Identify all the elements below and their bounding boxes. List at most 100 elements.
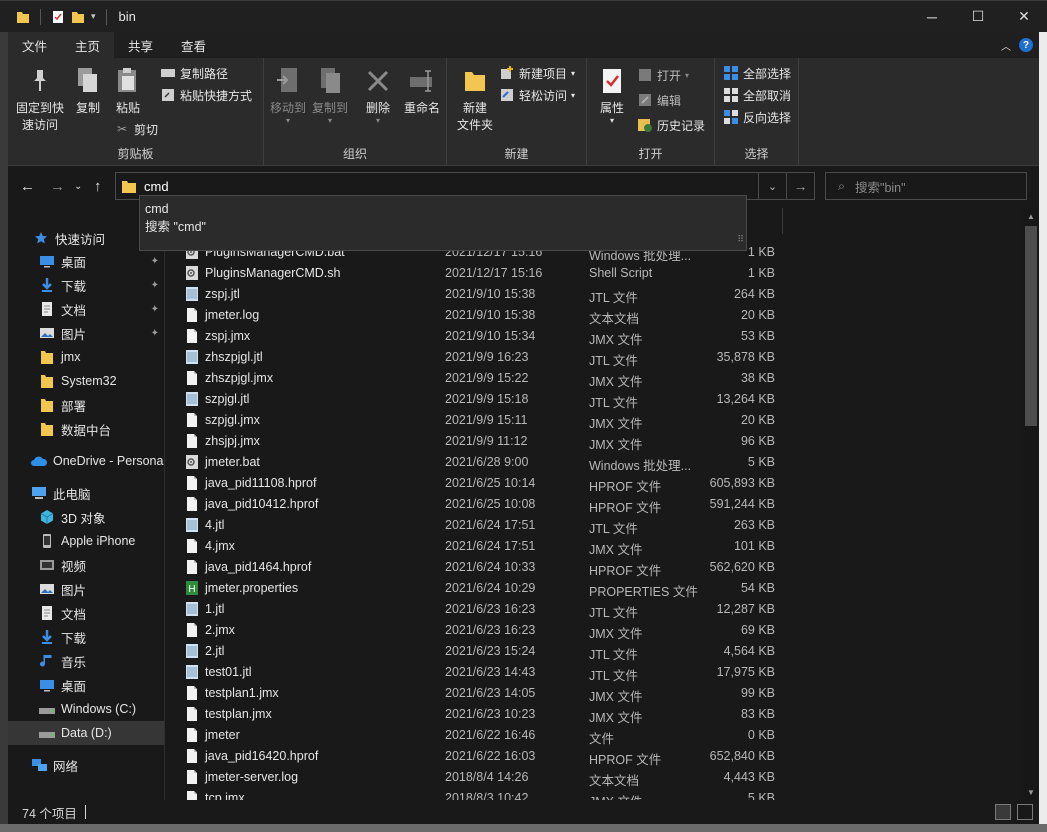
file-row[interactable]: tcp.jmx 2018/8/3 10:42 JMX 文件 5 KB [165, 788, 1023, 800]
file-row[interactable]: 4.jmx 2021/6/24 17:51 JMX 文件 101 KB [165, 536, 1023, 557]
resize-grip-icon[interactable]: ⠿ [737, 230, 744, 248]
file-name: testplan.jmx [205, 707, 272, 721]
tab-file[interactable]: 文件 [8, 32, 62, 58]
file-row[interactable]: jmeter.log 2021/9/10 15:38 文本文档 20 KB [165, 305, 1023, 326]
search-box[interactable]: ⌕ 搜索"bin" [825, 172, 1027, 200]
new-folder-icon[interactable] [71, 10, 85, 24]
sidebar-item[interactable]: 部署 [8, 393, 164, 417]
file-row[interactable]: java_pid1464.hprof 2021/6/24 10:33 HPROF 文… [165, 557, 1023, 578]
sidebar-item[interactable]: 此电脑 [8, 481, 164, 505]
edit-button[interactable]: 编辑 [637, 90, 681, 110]
sidebar-item[interactable]: System32 [8, 369, 164, 393]
go-button[interactable]: → [787, 172, 815, 200]
suggestion-item[interactable]: 搜索 "cmd" [145, 218, 746, 236]
file-row[interactable]: jmeter-server.log 2018/8/4 14:26 文本文档 4,443… [165, 767, 1023, 788]
sidebar-item[interactable]: Data (D:) [8, 721, 164, 745]
file-row[interactable]: testplan.jmx 2021/6/23 10:23 JMX 文件 83 KB [165, 704, 1023, 725]
sidebar-item[interactable]: 文档 [8, 601, 164, 625]
forward-button[interactable]: → [50, 178, 65, 195]
scroll-down-icon[interactable]: ▼ [1023, 784, 1039, 800]
address-history-dropdown[interactable]: ⌄ [759, 172, 787, 200]
copy-to-button[interactable]: 复制到 ▾ [310, 64, 350, 125]
suggestion-item[interactable]: cmd [145, 200, 746, 218]
file-row[interactable]: zhszpjgl.jtl 2021/9/9 16:23 JTL 文件 35,878 K… [165, 347, 1023, 368]
invert-selection-button[interactable]: 反向选择 [723, 107, 791, 127]
cut-button[interactable]: ✂ 剪切 [114, 119, 158, 139]
paste-shortcut-button[interactable]: 粘贴快捷方式 [160, 85, 252, 105]
move-to-button[interactable]: 移动到 ▾ [268, 64, 308, 125]
file-row[interactable]: java_pid11108.hprof 2021/6/25 10:14 HPROF … [165, 473, 1023, 494]
vertical-scrollbar[interactable]: ▲ ▼ [1023, 208, 1039, 800]
copy-path-button[interactable]: 复制路径 [160, 63, 228, 83]
easy-access-button[interactable]: 轻松访问 ▾ [499, 85, 575, 105]
file-row[interactable]: PluginsManagerCMD.sh 2021/12/17 15:16 Shel… [165, 263, 1023, 284]
details-view-button[interactable] [995, 804, 1011, 820]
file-row[interactable]: 2.jmx 2021/6/23 16:23 JMX 文件 69 KB [165, 620, 1023, 641]
file-name: jmeter.bat [205, 455, 260, 469]
sidebar-item[interactable]: 音乐 [8, 649, 164, 673]
properties-button[interactable]: 属性 ▾ [595, 64, 629, 125]
file-row[interactable]: szpjgl.jmx 2021/9/9 15:11 JMX 文件 20 KB [165, 410, 1023, 431]
new-item-button[interactable]: 新建项目 ▾ [499, 63, 575, 83]
paste-button[interactable]: 粘贴 [110, 64, 146, 117]
file-row[interactable]: jmeter 2021/6/22 16:46 文件 0 KB [165, 725, 1023, 746]
pin-quick-access-button[interactable]: 固定到快速访问 [14, 64, 66, 134]
tab-view[interactable]: 查看 [167, 32, 220, 58]
tab-share[interactable]: 共享 [114, 32, 167, 58]
scroll-up-icon[interactable]: ▲ [1023, 208, 1039, 224]
file-row[interactable]: zhsjpj.jmx 2021/9/9 11:12 JMX 文件 96 KB [165, 431, 1023, 452]
new-folder-button[interactable]: 新建 文件夹 [455, 64, 495, 134]
file-row[interactable]: java_pid10412.hprof 2021/6/25 10:08 HPROF … [165, 494, 1023, 515]
customize-toolbar-icon[interactable]: ▾ [91, 11, 96, 22]
copy-button[interactable]: 复制 [70, 64, 106, 117]
open-group: 属性 ▾ 打开 ▾ 编辑 历史记录 打开 [587, 58, 715, 166]
maximize-button[interactable]: ☐ [955, 1, 1001, 32]
help-icon[interactable]: ? [1019, 38, 1033, 52]
delete-button[interactable]: 删除 ▾ [362, 64, 394, 125]
sidebar-item[interactable]: 图片 [8, 577, 164, 601]
tab-home[interactable]: 主页 [61, 32, 115, 58]
recent-locations-button[interactable]: ⌄ [74, 181, 82, 192]
file-row[interactable]: java_pid16420.hprof 2021/6/22 16:03 HPROF … [165, 746, 1023, 767]
select-none-button[interactable]: 全部取消 [723, 85, 791, 105]
sidebar-item[interactable]: 下载 [8, 625, 164, 649]
scrollbar-thumb[interactable] [1025, 226, 1037, 426]
sidebar-item[interactable]: 3D 对象 [8, 505, 164, 529]
minimize-button[interactable]: ─ [909, 1, 955, 32]
file-row[interactable]: test01.jtl 2021/6/23 14:43 JTL 文件 17,975 KB [165, 662, 1023, 683]
sidebar-item[interactable]: 桌面 ✦ [8, 249, 164, 273]
sidebar-item[interactable]: Apple iPhone [8, 529, 164, 553]
file-row[interactable]: 1.jtl 2021/6/23 16:23 JTL 文件 12,287 KB [165, 599, 1023, 620]
sidebar-item[interactable]: OneDrive - Persona [8, 449, 164, 473]
file-row[interactable]: zspj.jmx 2021/9/10 15:34 JMX 文件 53 KB [165, 326, 1023, 347]
back-button[interactable]: ← [20, 178, 35, 195]
rename-button[interactable]: 重命名 [402, 64, 442, 117]
file-row[interactable]: jmeter.bat 2021/6/28 9:00 Windows 批处理... 5 … [165, 452, 1023, 473]
sidebar-item[interactable]: 网络 [8, 753, 164, 777]
sidebar-item[interactable]: 桌面 [8, 673, 164, 697]
file-row[interactable]: szpjgl.jtl 2021/9/9 15:18 JTL 文件 13,264 KB [165, 389, 1023, 410]
sidebar-item[interactable]: 下载 ✦ [8, 273, 164, 297]
history-button[interactable]: 历史记录 [637, 115, 705, 135]
sidebar-item[interactable]: 图片 ✦ [8, 321, 164, 345]
collapse-ribbon-icon[interactable]: ︿ [1001, 38, 1011, 53]
large-icons-view-button[interactable] [1017, 804, 1033, 820]
file-row[interactable]: 2.jtl 2021/6/23 15:24 JTL 文件 4,564 KB [165, 641, 1023, 662]
sidebar-item[interactable]: 数据中台 [8, 417, 164, 441]
open-button[interactable]: 打开 ▾ [637, 65, 689, 85]
file-row[interactable]: Hjmeter.properties 2021/6/24 10:29 PROPERT… [165, 578, 1023, 599]
file-row[interactable]: zhszpjgl.jmx 2021/9/9 15:22 JMX 文件 38 KB [165, 368, 1023, 389]
up-button[interactable]: ↑ [94, 178, 102, 195]
properties-icon[interactable] [51, 10, 65, 24]
sidebar-item[interactable]: jmx [8, 345, 164, 369]
sidebar-item[interactable]: 文档 ✦ [8, 297, 164, 321]
file-row[interactable]: testplan1.jmx 2021/6/23 14:05 JMX 文件 99 KB [165, 683, 1023, 704]
copy-to-icon [321, 68, 340, 93]
select-all-button[interactable]: 全部选择 [723, 63, 791, 83]
sidebar-item[interactable]: Windows (C:) [8, 697, 164, 721]
file-row[interactable]: zspj.jtl 2021/9/10 15:38 JTL 文件 264 KB [165, 284, 1023, 305]
file-row[interactable]: 4.jtl 2021/6/24 17:51 JTL 文件 263 KB [165, 515, 1023, 536]
close-button[interactable]: ✕ [1001, 1, 1047, 32]
address-input[interactable] [144, 178, 544, 194]
sidebar-item[interactable]: 视频 [8, 553, 164, 577]
